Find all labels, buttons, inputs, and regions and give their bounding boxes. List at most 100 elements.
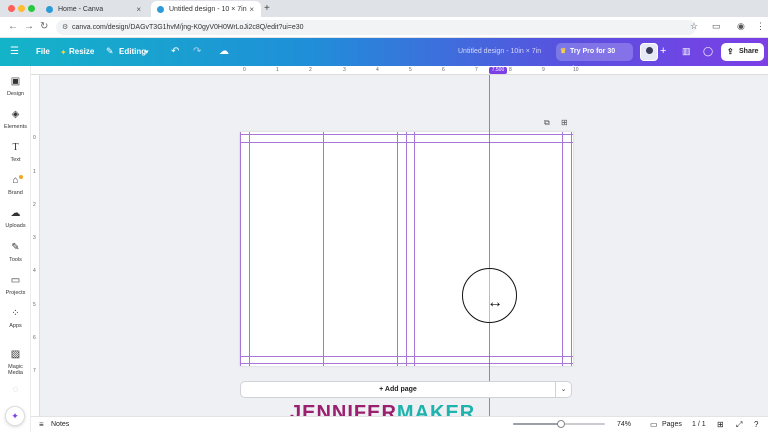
rail-item-text[interactable]: T Text bbox=[0, 142, 31, 163]
ruler-guide[interactable] bbox=[240, 134, 573, 135]
reload-icon[interactable]: ↻ bbox=[40, 21, 48, 32]
cast-icon[interactable]: ▭ bbox=[712, 21, 721, 32]
rail-item-label: Tools bbox=[9, 257, 22, 263]
back-icon[interactable]: ← bbox=[8, 21, 18, 32]
grid-view-icon[interactable]: ⊞ bbox=[717, 417, 724, 432]
editor-header: ☰ File ✦ Resize ✎ Editing ▾ ↶ ↷ ☁ Untitl… bbox=[0, 38, 768, 73]
elements-icon: ◈ bbox=[11, 109, 20, 120]
document-title[interactable]: Untitled design - 10in × 7in bbox=[458, 38, 541, 66]
share-icon: ⇪ bbox=[727, 47, 734, 56]
ruler-tick-label: 5 bbox=[33, 302, 36, 308]
close-tab-icon[interactable]: × bbox=[136, 5, 141, 14]
zoom-level[interactable]: 74% bbox=[617, 417, 631, 432]
ruler-tick-label: 2 bbox=[309, 67, 312, 73]
ruler-guide[interactable] bbox=[406, 132, 407, 366]
editing-mode-button[interactable]: Editing bbox=[119, 38, 146, 66]
ruler-guide[interactable] bbox=[240, 132, 241, 366]
close-window-button[interactable] bbox=[8, 5, 15, 12]
rail-item-brand[interactable]: ⌂ Brand bbox=[0, 175, 31, 196]
pages-button[interactable]: Pages bbox=[662, 417, 682, 432]
rail-item-elements[interactable]: ◈ Elements bbox=[0, 109, 31, 130]
ruler-guide[interactable] bbox=[240, 142, 573, 143]
add-collaborator-icon[interactable]: + bbox=[660, 45, 666, 57]
redo-icon[interactable]: ↷ bbox=[193, 46, 201, 57]
minimize-window-button[interactable] bbox=[18, 5, 25, 12]
chevron-down-icon[interactable]: ▾ bbox=[145, 48, 149, 56]
rail-item-label: Elements bbox=[4, 124, 27, 130]
more-menu-icon[interactable]: ⋮ bbox=[756, 21, 765, 32]
tab-untitled-design[interactable]: Untitled design - 10 × 7in × bbox=[151, 1, 261, 17]
duplicate-page-icon[interactable]: ⧉ bbox=[544, 118, 550, 128]
ruler-guide[interactable] bbox=[240, 363, 573, 364]
vertical-ruler[interactable]: 0 1 2 3 4 5 6 7 bbox=[31, 75, 40, 416]
ruler-tick-label: 3 bbox=[33, 235, 36, 241]
zoom-slider[interactable] bbox=[513, 420, 605, 428]
tab-label: Home - Canva bbox=[58, 5, 104, 13]
comments-icon[interactable]: ◯ bbox=[703, 46, 713, 57]
canva-favicon-icon bbox=[157, 5, 164, 13]
pages-icon: ▭ bbox=[650, 420, 658, 429]
url-field[interactable]: ⚙ canva.com/design/DAGvT3G1hvM/jng-K0gyV… bbox=[56, 20, 696, 35]
tab-home[interactable]: Home - Canva × bbox=[40, 1, 148, 17]
pencil-icon: ✎ bbox=[106, 46, 114, 56]
ruler-guide[interactable] bbox=[397, 132, 398, 366]
maximize-window-button[interactable] bbox=[28, 5, 35, 12]
cloud-save-icon[interactable]: ☁ bbox=[219, 46, 229, 57]
file-menu-button[interactable]: File bbox=[36, 38, 50, 66]
add-page-options-chevron-icon[interactable]: ⌄ bbox=[556, 381, 572, 398]
avatar[interactable] bbox=[640, 43, 658, 61]
add-page-button[interactable]: + Add page bbox=[240, 381, 556, 398]
site-info-icon[interactable]: ⚙ bbox=[62, 20, 68, 35]
rail-item-label: Magic Media bbox=[8, 364, 23, 376]
brand-icon: ⌂ bbox=[12, 175, 19, 186]
canva-assistant-button[interactable]: ✦ bbox=[5, 406, 25, 426]
rail-item-magic-media[interactable]: ▨ Magic Media bbox=[0, 349, 31, 376]
url-text: canva.com/design/DAGvT3G1hvM/jng-K0gyV0H… bbox=[72, 24, 304, 31]
resize-crown-icon: ✦ bbox=[60, 48, 67, 57]
undo-icon[interactable]: ↶ bbox=[171, 46, 179, 57]
help-icon[interactable]: ? bbox=[754, 417, 758, 432]
ruler-tick-label: 3 bbox=[343, 67, 346, 73]
rail-item-uploads[interactable]: ☁ Uploads bbox=[0, 208, 31, 229]
new-badge bbox=[19, 175, 23, 179]
zoom-slider-thumb[interactable] bbox=[557, 420, 565, 428]
rail-item-label: Brand bbox=[8, 190, 23, 196]
insights-chart-icon[interactable]: ▥ bbox=[682, 46, 691, 57]
hamburger-menu-icon[interactable]: ☰ bbox=[10, 46, 19, 57]
dragging-guide-line[interactable] bbox=[489, 75, 490, 420]
ruler-guide[interactable] bbox=[562, 132, 563, 366]
new-tab-icon[interactable]: + bbox=[264, 3, 270, 14]
ruler-position-badge: 7.500 bbox=[489, 67, 507, 74]
resize-button[interactable]: Resize bbox=[69, 38, 94, 66]
forward-icon[interactable]: → bbox=[24, 21, 34, 32]
profile-icon[interactable]: ◉ bbox=[737, 21, 745, 32]
rail-item-apps[interactable]: ⁘ Apps bbox=[0, 308, 31, 329]
try-pro-button[interactable]: ♛ Try Pro for 30 days bbox=[556, 43, 633, 73]
design-page[interactable] bbox=[240, 132, 573, 366]
ruler-tick-label: 7 bbox=[33, 368, 36, 374]
rail-item-projects[interactable]: ▭ Projects bbox=[0, 275, 31, 296]
editor-footer: ≡ Notes 74% ▭ Pages 1 / 1 ⊞ ⤢ ? bbox=[31, 416, 768, 432]
browser-tab-bar: Home - Canva × Untitled design - 10 × 7i… bbox=[0, 0, 768, 17]
horizontal-ruler[interactable]: 0 1 2 3 4 5 6 7 8 9 10 bbox=[31, 66, 768, 75]
close-tab-icon[interactable]: × bbox=[249, 5, 254, 14]
side-panel-rail: ▣ Design ◈ Elements T Text ⌂ Brand ☁ Upl… bbox=[0, 66, 31, 432]
ruler-guide[interactable] bbox=[323, 132, 324, 366]
ruler-guide[interactable] bbox=[249, 132, 250, 366]
ruler-guide[interactable] bbox=[571, 132, 572, 366]
ruler-tick-label: 0 bbox=[243, 67, 246, 73]
ruler-guide[interactable] bbox=[240, 356, 573, 357]
more-apps-icon[interactable]: ◌ bbox=[0, 384, 31, 395]
bookmark-star-icon[interactable]: ☆ bbox=[690, 21, 698, 32]
rail-item-design[interactable]: ▣ Design bbox=[0, 76, 31, 97]
notes-button[interactable]: Notes bbox=[51, 417, 69, 432]
fullscreen-icon[interactable]: ⤢ bbox=[736, 417, 742, 432]
rail-item-tools[interactable]: ✎ Tools bbox=[0, 242, 31, 263]
ruler-tick-label: 2 bbox=[33, 202, 36, 208]
ruler-guide[interactable] bbox=[414, 132, 415, 366]
ruler-tick-label: 9 bbox=[542, 67, 545, 73]
rail-item-label: Uploads bbox=[5, 223, 26, 229]
page-count: 1 / 1 bbox=[692, 421, 706, 428]
add-page-icon[interactable]: ⊞ bbox=[561, 118, 568, 127]
share-button[interactable]: ⇪ Share bbox=[721, 43, 764, 61]
